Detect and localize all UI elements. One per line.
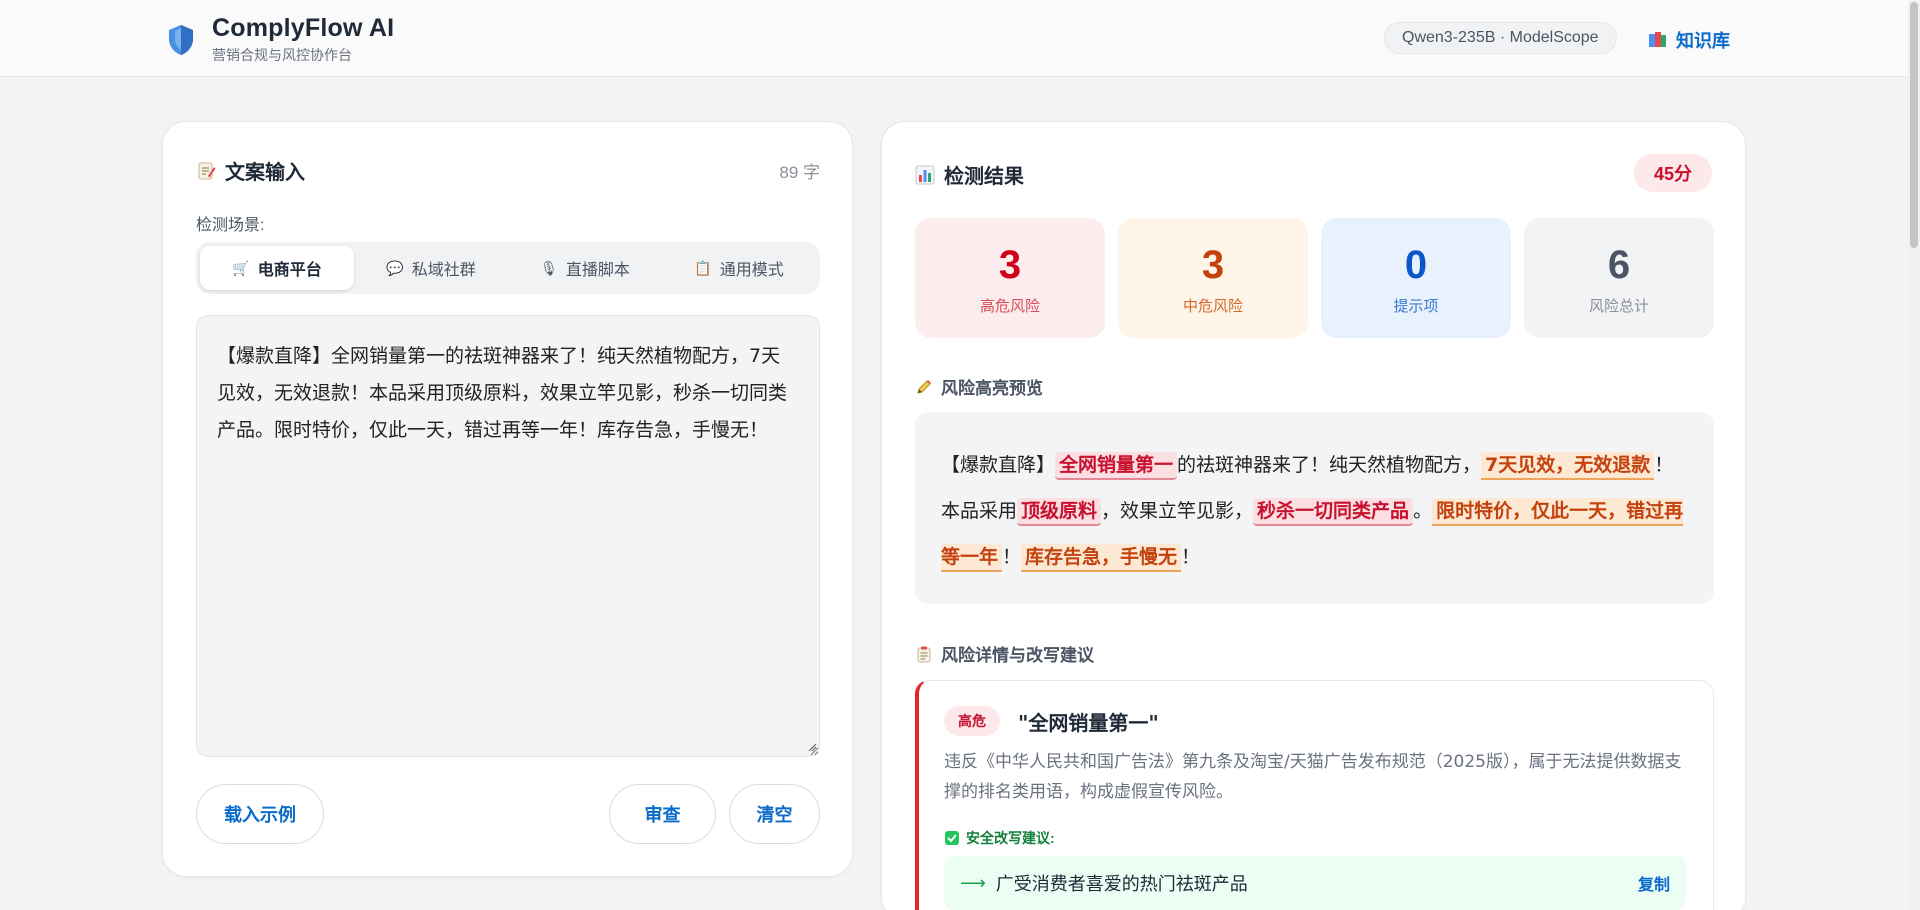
arrow-right-icon: ⟶: [960, 872, 986, 893]
preview-text: 的祛斑神器来了！纯天然植物配方，: [1177, 454, 1482, 476]
stat-value: 3: [998, 242, 1022, 287]
tab-private-community[interactable]: 💬 私域社群: [354, 246, 508, 290]
preview-text: 【爆款直降】: [941, 454, 1056, 476]
high-risk-highlight[interactable]: 秒杀一切同类产品: [1253, 498, 1414, 526]
stat-total: 6 风险总计: [1524, 218, 1714, 338]
risk-detail-card: 高危 "全网销量第一" 违反《中华人民共和国广告法》第九条及淘宝/天猫广告发布规…: [915, 680, 1714, 910]
clipboard-icon: 📋: [694, 259, 712, 276]
preview-text: ！: [1181, 546, 1201, 568]
stat-label: 提示项: [1393, 297, 1439, 315]
tab-label: 电商平台: [257, 262, 322, 279]
clipboard-icon: [917, 646, 931, 662]
stat-tips: 0 提示项: [1321, 218, 1511, 338]
resize-handle-icon[interactable]: [807, 742, 817, 752]
tab-livestream-script[interactable]: 🎙 直播脚本: [508, 246, 662, 290]
load-example-button[interactable]: 载入示例: [196, 784, 324, 844]
suggestion-label-text: 安全改写建议:: [966, 830, 1055, 846]
review-button[interactable]: 审查: [609, 784, 716, 844]
copy-suggestion-button[interactable]: 复制: [1638, 871, 1670, 895]
stat-high-risk: 3 高危风险: [915, 218, 1105, 338]
details-title-text: 风险详情与改写建议: [941, 646, 1094, 665]
tab-ecommerce[interactable]: 🛒 电商平台: [200, 246, 354, 290]
memo-icon: [198, 162, 216, 179]
stat-value: 3: [1201, 242, 1225, 287]
risk-stats: 3 高危风险 3 中危风险 0 提示项 6 风险总计: [915, 218, 1714, 338]
scene-label: 检测场景:: [196, 217, 265, 234]
checkbox-checked-icon: [945, 831, 959, 845]
score-badge: 45分: [1633, 154, 1712, 192]
scene-tabs: 🛒 电商平台 💬 私域社群 🎙 直播脚本 📋 通用模式: [196, 242, 820, 294]
results-title-text: 检测结果: [944, 166, 1024, 188]
suggestion-text: 广受消费者喜爱的热门祛斑产品: [995, 874, 1248, 895]
knowledge-base-label: 知识库: [1676, 31, 1730, 51]
clear-button[interactable]: 清空: [729, 784, 820, 844]
preview-title-text: 风险高亮预览: [941, 379, 1043, 398]
input-panel-title: 文案输入: [196, 156, 305, 185]
stat-label: 风险总计: [1588, 297, 1649, 315]
details-section-title: 风险详情与改写建议: [915, 641, 1094, 666]
results-panel: 检测结果 45分 3 高危风险 3 中危风险 0 提示项 6 风险总计 风险高亮…: [881, 121, 1746, 910]
knowledge-base-link[interactable]: 知识库: [1648, 27, 1730, 53]
preview-section-title: 风险高亮预览: [915, 374, 1043, 399]
results-panel-title: 检测结果: [915, 160, 1024, 189]
suggestion-box: ⟶ 广受消费者喜爱的热门祛斑产品 复制: [944, 856, 1686, 910]
tab-general-mode[interactable]: 📋 通用模式: [662, 246, 816, 290]
mid-risk-highlight[interactable]: 库存告急，手慢无: [1021, 544, 1182, 572]
speech-bubble-icon: 💬: [386, 259, 404, 276]
high-risk-highlight[interactable]: 全网销量第一: [1055, 452, 1178, 480]
risk-highlight-preview: 【爆款直降】 全网销量第一 的祛斑神器来了！纯天然植物配方， 7天见效，无效退款 ！本品…: [915, 412, 1714, 604]
bar-chart-icon: [915, 165, 935, 184]
model-badge: Qwen3-235B · ModelScope: [1384, 22, 1617, 54]
stat-label: 中危风险: [1182, 297, 1243, 315]
stat-value: 6: [1607, 242, 1631, 287]
copy-textarea[interactable]: 【爆款直降】全网销量第一的祛斑神器来了！纯天然植物配方，7天见效，无效退款！本品…: [196, 315, 820, 757]
top-header: ComplyFlow AI 营销合规与风控协作台 Qwen3-235B · Mo…: [0, 0, 1908, 77]
stat-value: 0: [1404, 242, 1428, 287]
app-subtitle: 营销合规与风控协作台: [212, 47, 352, 63]
suggestion-label: 安全改写建议:: [944, 828, 1055, 848]
preview-text: ，效果立竿见影，: [1101, 500, 1254, 522]
tab-label: 通用模式: [719, 262, 784, 279]
preview-text: ！: [1002, 546, 1022, 568]
books-icon: [1649, 32, 1666, 47]
app-title: ComplyFlow AI: [212, 14, 395, 42]
microphone-icon: 🎙: [540, 259, 558, 276]
copy-input-panel: 文案输入 89 字 检测场景: 🛒 电商平台 💬 私域社群 🎙 直播脚本 📋 通…: [162, 121, 853, 877]
input-title-text: 文案输入: [225, 162, 305, 184]
stat-mid-risk: 3 中危风险: [1118, 218, 1308, 338]
shield-icon: [169, 24, 193, 55]
page-scrollbar-thumb[interactable]: [1910, 2, 1918, 248]
brand: ComplyFlow AI 营销合规与风控协作台: [166, 14, 394, 65]
risk-level-tag: 高危: [944, 706, 1000, 736]
preview-text: 。: [1413, 500, 1433, 522]
risk-description: 违反《中华人民共和国广告法》第九条及淘宝/天猫广告发布规范（2025版），属于无…: [944, 752, 1682, 802]
word-count: 89 字: [779, 163, 820, 182]
high-risk-highlight[interactable]: 顶级原料: [1017, 498, 1102, 526]
stat-label: 高危风险: [979, 297, 1040, 315]
pencil-icon: [917, 379, 931, 394]
mid-risk-highlight[interactable]: 7天见效，无效退款: [1481, 452, 1655, 480]
tab-label: 直播脚本: [565, 262, 630, 279]
tab-label: 私域社群: [411, 262, 476, 279]
cart-icon: 🛒: [232, 259, 250, 276]
risk-term: "全网销量第一": [1018, 711, 1159, 735]
